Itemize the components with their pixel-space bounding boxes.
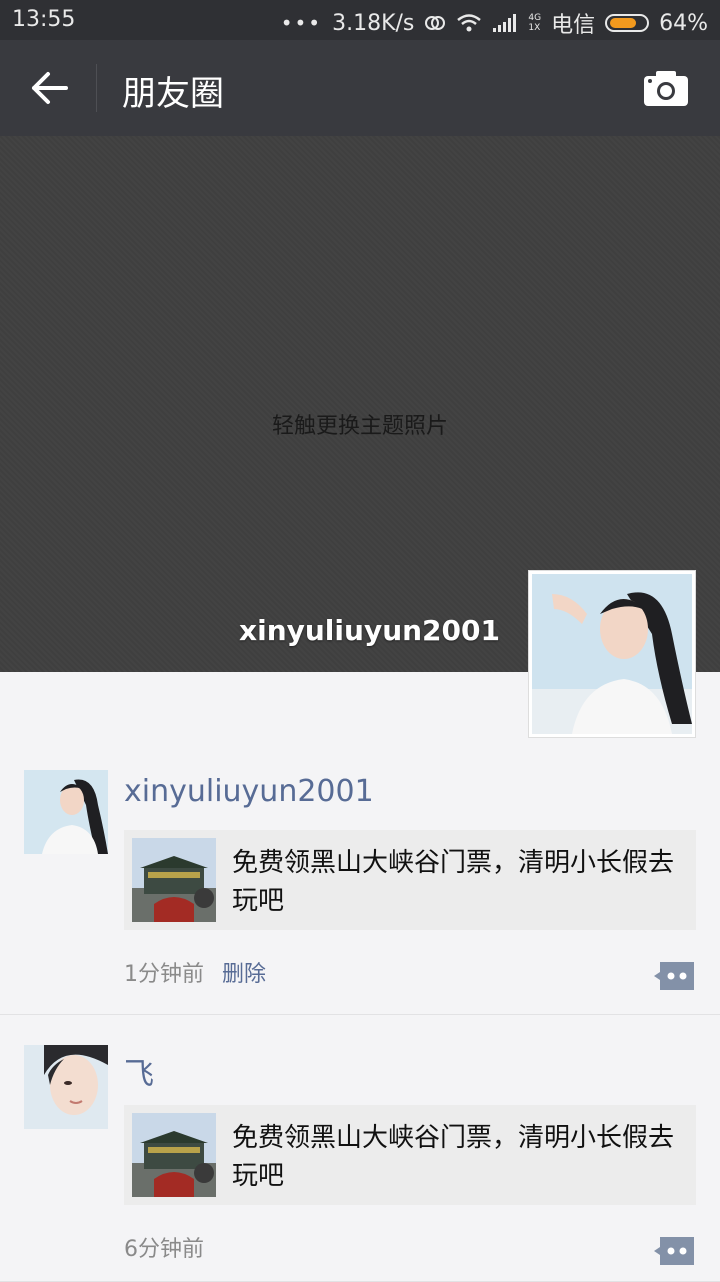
network-top: 4G (528, 13, 542, 23)
nav-bar: 朋友圈 (0, 40, 720, 136)
link-thumbnail (132, 838, 216, 922)
thumbnail-image (132, 838, 216, 922)
shared-link-card[interactable]: 免费领黑山大峡谷门票，清明小长假去玩吧 (124, 1105, 696, 1205)
avatar-image (24, 770, 108, 854)
post-time: 6分钟前 (124, 1237, 204, 1262)
carrier: 电信 (551, 13, 596, 38)
post-time: 1分钟前 (124, 962, 204, 987)
status-dots: ••• (280, 11, 323, 35)
profile-avatar[interactable] (528, 570, 696, 738)
post-meta: 1分钟前 删除 (124, 956, 266, 988)
post-item: xinyuliuyun2001 免费领黑山大峡谷门票，清明小长假去玩吧 1分钟前… (0, 740, 720, 1015)
network-bottom: 1X (528, 23, 541, 33)
delete-button[interactable]: 删除 (222, 962, 266, 987)
arrow-left-icon[interactable] (28, 68, 72, 108)
moments-feed: xinyuliuyun2001 免费领黑山大峡谷门票，清明小长假去玩吧 1分钟前… (0, 740, 720, 1282)
link-thumbnail (132, 1113, 216, 1197)
shared-link-card[interactable]: 免费领黑山大峡谷门票，清明小长假去玩吧 (124, 830, 696, 930)
link-title: 免费领黑山大峡谷门票，清明小长假去玩吧 (232, 1123, 675, 1191)
profile-name: xinyuliuyun2001 (239, 614, 500, 647)
comment-menu-icon[interactable] (652, 1235, 696, 1267)
post-item: 飞 免费领黑山大峡谷门票，清明小长假去玩吧 6分钟前 (0, 1015, 720, 1282)
wifi-icon (457, 14, 482, 32)
status-bar: 13:55 ••• 3.18K/s 4G 1X 电信 64% (0, 0, 720, 40)
status-speed: 3.18K/s (332, 10, 415, 36)
page-title: 朋友圈 (122, 74, 224, 114)
comment-menu-icon[interactable] (652, 960, 696, 992)
link-title: 免费领黑山大峡谷门票，清明小长假去玩吧 (232, 848, 675, 916)
battery-icon (605, 14, 650, 32)
battery-percent: 64% (659, 10, 708, 36)
nav-divider (96, 64, 97, 112)
status-time: 13:55 (12, 7, 76, 32)
status-right: ••• 3.18K/s 4G 1X 电信 64% (281, 7, 708, 39)
link-icon (425, 16, 446, 30)
avatar-image (532, 574, 692, 734)
signal-icon (493, 14, 517, 32)
post-meta: 6分钟前 (124, 1231, 204, 1263)
network-type: 4G 1X (528, 13, 541, 33)
cover-hint: 轻触更换主题照片 (271, 414, 448, 439)
post-author[interactable]: 飞 (124, 1049, 154, 1093)
avatar-image (24, 1045, 108, 1129)
post-avatar[interactable] (24, 770, 108, 854)
post-avatar[interactable] (24, 1045, 108, 1129)
camera-icon[interactable] (642, 68, 690, 108)
post-author[interactable]: xinyuliuyun2001 (124, 774, 374, 809)
thumbnail-image (132, 1113, 216, 1197)
